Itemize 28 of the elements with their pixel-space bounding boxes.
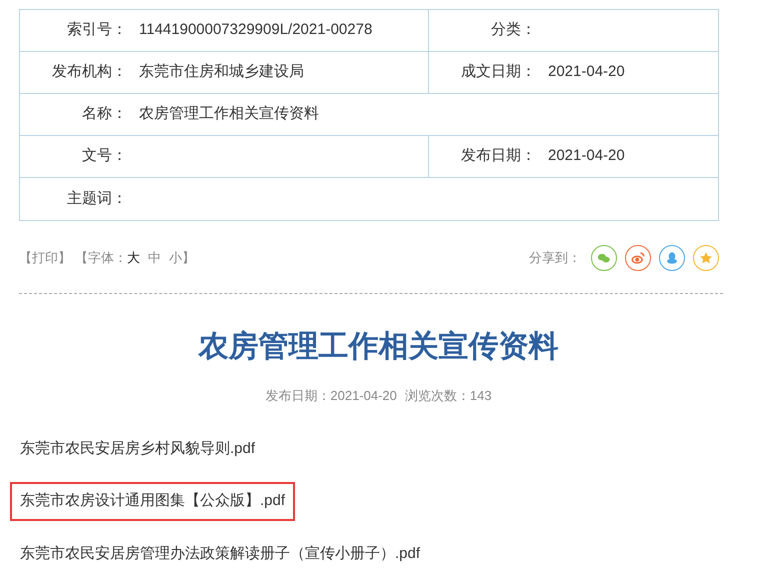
article-title: 农房管理工作相关宣传资料	[198, 329, 558, 365]
font-size-option[interactable]: 大	[127, 248, 140, 268]
chat-bubbles-icon[interactable]	[591, 245, 617, 271]
field-label: 主题词：	[66, 188, 127, 209]
field-label: 发布日期：	[460, 146, 536, 166]
font-size-option[interactable]: 小	[169, 248, 182, 268]
attachment-link[interactable]: 东莞市农民安居房乡村风貌导则.pdf	[10, 430, 266, 468]
field-label: 索引号：	[66, 20, 127, 40]
field-label: 分类：	[490, 20, 536, 40]
field-value: 2021-04-20	[548, 62, 625, 82]
publish-date: 发布日期：2021-04-20	[265, 387, 397, 405]
view-count: 浏览次数：143	[404, 387, 492, 405]
attachment-link[interactable]: 东莞市农房设计通用图集【公众版】.pdf	[10, 482, 296, 520]
attachment-link[interactable]: 东莞市农民安居房管理办法政策解读册子（宣传小册子）.pdf	[10, 534, 430, 573]
eye-swirl-icon[interactable]	[625, 245, 651, 271]
field-label: 名称：	[81, 104, 127, 124]
field-label: 发布机构：	[51, 62, 127, 82]
field-label: 成文日期：	[460, 62, 536, 82]
field-value: 东莞市住房和城乡建设局	[139, 62, 304, 82]
font-size-label: 【字体：	[75, 249, 127, 268]
font-size-option[interactable]: 中	[148, 248, 161, 268]
field-value: 农房管理工作相关宣传资料	[139, 104, 319, 124]
field-value: 2021-04-20	[548, 146, 625, 166]
print-link[interactable]: 【打印】	[19, 248, 71, 268]
share-label: 分享到：	[529, 249, 581, 268]
field-label: 文号：	[81, 146, 127, 166]
bracket-text: 】	[182, 249, 195, 268]
field-value: 11441900007329909L/2021-00278	[139, 20, 372, 40]
